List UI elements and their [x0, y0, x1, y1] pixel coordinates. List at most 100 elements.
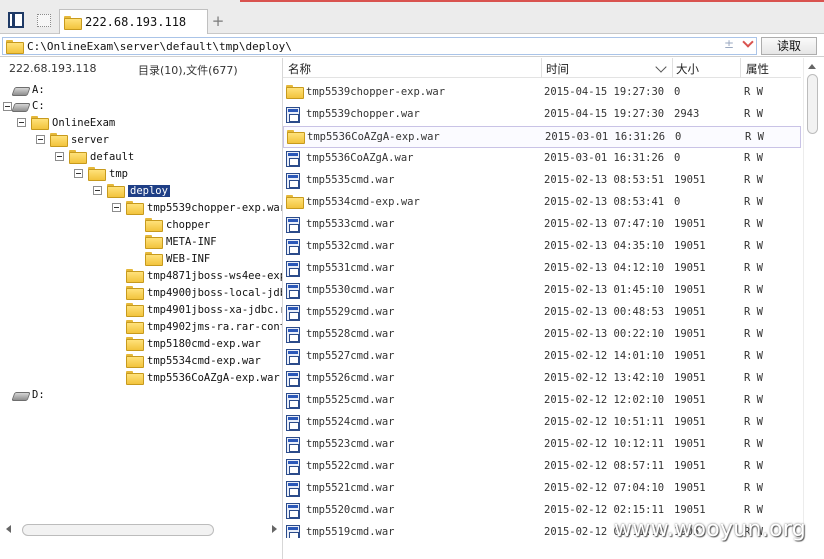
scroll-right-icon[interactable] [272, 525, 277, 533]
table-row[interactable]: tmp5533cmd.war 2015-02-13 07:47:10 19051 R … [283, 214, 801, 236]
file-icon [286, 327, 300, 343]
expand-toggle-icon[interactable] [112, 203, 121, 212]
file-size: 19051 [674, 504, 706, 516]
folder-icon [6, 39, 24, 54]
tree-item-tmp4902[interactable]: tmp4902jms-ra.rar-conte [126, 318, 282, 335]
tree-item-tmp4901[interactable]: tmp4901jboss-xa-jdbc.ra [126, 301, 282, 318]
tree-item-tmp4871[interactable]: tmp4871jboss-ws4ee-exp. [126, 267, 282, 284]
expand-toggle-icon[interactable] [93, 186, 102, 195]
file-time: 2015-02-12 10:12:11 [544, 438, 665, 450]
tree-item-tmp5534[interactable]: tmp5534cmd-exp.war [126, 352, 261, 369]
folder-open-icon [107, 184, 125, 198]
tree-item-meta-inf[interactable]: META-INF [145, 233, 217, 250]
blank-page-icon[interactable] [34, 10, 54, 30]
tree-item-server[interactable]: server [50, 131, 109, 148]
tree-item-label: tmp4901jboss-xa-jdbc.ra [147, 303, 282, 316]
expand-toggle-icon[interactable] [3, 102, 12, 111]
column-divider[interactable] [672, 58, 673, 78]
file-attributes: R W [744, 328, 763, 340]
table-row[interactable]: tmp5524cmd.war 2015-02-12 10:51:11 19051 R … [283, 412, 801, 434]
tree-item-label: tmp [109, 167, 128, 180]
file-size: 19051 [674, 482, 706, 494]
file-size: 19051 [674, 394, 706, 406]
tree-item-tmp5536[interactable]: tmp5536CoAZgA-exp.war [126, 369, 280, 386]
file-name: tmp5526cmd.war [306, 372, 395, 384]
file-name: tmp5525cmd.war [306, 394, 395, 406]
expand-toggle-icon[interactable] [74, 169, 83, 178]
table-row[interactable]: tmp5535cmd.war 2015-02-13 08:53:51 19051 R … [283, 170, 801, 192]
table-row[interactable]: tmp5531cmd.war 2015-02-13 04:12:10 19051 R … [283, 258, 801, 280]
read-button[interactable]: 读取 [761, 37, 817, 55]
plus-minus-icon[interactable]: ± [724, 37, 734, 51]
scroll-left-icon[interactable] [6, 525, 11, 533]
tree-item-drive-c[interactable]: C: [12, 97, 45, 114]
file-attributes: R W [744, 460, 763, 472]
table-row[interactable]: tmp5539chopper.war 2015-04-15 19:27:30 294… [283, 104, 801, 126]
table-row[interactable]: tmp5525cmd.war 2015-02-12 12:02:10 19051 R … [283, 390, 801, 412]
scrollbar-thumb[interactable] [22, 524, 214, 536]
table-row[interactable]: tmp5532cmd.war 2015-02-13 04:35:10 19051 R … [283, 236, 801, 258]
tree-item-chopper[interactable]: chopper [145, 216, 210, 233]
file-icon [286, 217, 300, 233]
new-tab-button[interactable]: + [210, 12, 226, 30]
folder-icon [50, 133, 68, 147]
tree-item-deploy[interactable]: deploy [107, 182, 170, 199]
tree-item-web-inf[interactable]: WEB-INF [145, 250, 210, 267]
file-attributes: R W [744, 306, 763, 318]
tree-item-tmp[interactable]: tmp [88, 165, 128, 182]
folder-icon [286, 85, 304, 99]
table-row[interactable]: tmp5536CoAZgA.war 2015-03-01 16:31:26 0 R W [283, 148, 801, 170]
column-header-size[interactable]: 大小 [676, 61, 699, 77]
table-row[interactable]: tmp5534cmd-exp.war 2015-02-13 08:53:41 0 R … [283, 192, 801, 214]
table-row[interactable]: tmp5527cmd.war 2015-02-12 14:01:10 19051 R … [283, 346, 801, 368]
tab-host[interactable]: 222.68.193.118 [59, 9, 208, 34]
tree-item-label: tmp4871jboss-ws4ee-exp. [147, 269, 282, 282]
expand-toggle-icon[interactable] [55, 152, 64, 161]
table-row[interactable]: tmp5530cmd.war 2015-02-13 01:45:10 19051 R … [283, 280, 801, 302]
expand-toggle-icon[interactable] [36, 135, 45, 144]
folder-icon [145, 218, 163, 232]
tree-item-label: A: [32, 83, 45, 96]
table-row[interactable]: tmp5526cmd.war 2015-02-12 13:42:10 19051 R … [283, 368, 801, 390]
tree-item-label: deploy [128, 184, 170, 197]
column-header-name[interactable]: 名称 [288, 61, 311, 77]
chevron-down-icon[interactable] [743, 36, 753, 46]
file-attributes: R W [744, 372, 763, 384]
file-icon [286, 107, 300, 123]
file-attributes: R W [744, 262, 763, 274]
tree-item-default[interactable]: default [69, 148, 134, 165]
sort-chevron-down-icon [655, 61, 667, 73]
column-header-attr[interactable]: 属性 [746, 61, 769, 77]
tree-item-label: tmp5180cmd-exp.war [147, 337, 261, 350]
scrollbar-thumb[interactable] [807, 74, 818, 134]
file-list-vertical-scrollbar[interactable] [803, 58, 821, 538]
table-row[interactable]: tmp5536CoAZgA-exp.war 2015-03-01 16:31:26… [283, 126, 801, 148]
column-header-time[interactable]: 时间 [546, 61, 569, 77]
path-input[interactable]: C:\OnlineExam\server\default\tmp\deploy\ [2, 37, 757, 55]
tree-item-drive-a[interactable]: A: [12, 81, 45, 98]
tree-item-tmp5539chopper-exp[interactable]: tmp5539chopper-exp.war [126, 199, 282, 216]
tree-item-drive-d[interactable]: D: [12, 386, 45, 403]
tree-item-tmp4900[interactable]: tmp4900jboss-local-jdbc [126, 284, 282, 301]
panel-toggle-icon[interactable] [6, 10, 26, 30]
table-row[interactable]: tmp5521cmd.war 2015-02-12 07:04:10 19051 R … [283, 478, 801, 500]
file-name: tmp5524cmd.war [306, 416, 395, 428]
column-divider[interactable] [740, 58, 741, 78]
file-time: 2015-02-13 08:53:41 [544, 196, 665, 208]
file-time: 2015-02-13 04:35:10 [544, 240, 665, 252]
expand-toggle-icon[interactable] [17, 118, 26, 127]
file-icon [286, 481, 300, 497]
folder-icon [126, 269, 144, 283]
column-divider[interactable] [541, 58, 542, 78]
folder-icon [126, 201, 144, 215]
tree-item-onlineexam[interactable]: OnlineExam [31, 114, 115, 131]
table-row[interactable]: tmp5523cmd.war 2015-02-12 10:12:11 19051 R … [283, 434, 801, 456]
table-row[interactable]: tmp5522cmd.war 2015-02-12 08:57:11 19051 R … [283, 456, 801, 478]
table-row[interactable]: tmp5528cmd.war 2015-02-13 00:22:10 19051 R … [283, 324, 801, 346]
folder-icon [126, 320, 144, 334]
table-row[interactable]: tmp5539chopper-exp.war 2015-04-15 19:27:3… [283, 82, 801, 104]
tree-item-tmp5180[interactable]: tmp5180cmd-exp.war [126, 335, 261, 352]
scroll-up-icon[interactable] [808, 64, 816, 69]
tree-horizontal-scrollbar[interactable] [4, 522, 280, 538]
table-row[interactable]: tmp5529cmd.war 2015-02-13 00:48:53 19051 R … [283, 302, 801, 324]
